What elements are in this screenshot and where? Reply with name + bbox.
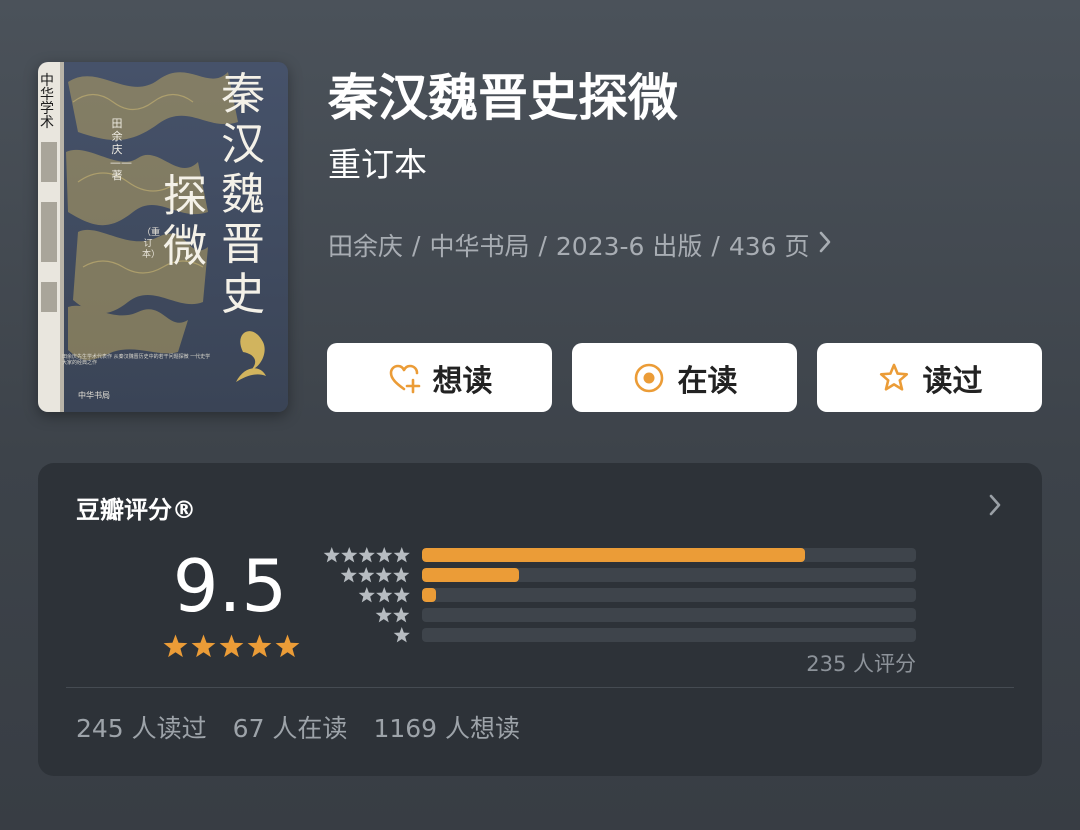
rating-heading: 豆瓣评分®	[76, 496, 196, 524]
heart-plus-icon	[387, 361, 421, 395]
meta-separator: /	[711, 230, 720, 260]
have-read-button[interactable]: 读过	[817, 343, 1042, 412]
meta-pages: 436 页	[728, 232, 810, 261]
rating-star-icon	[163, 634, 188, 658]
small-star-icon	[375, 607, 410, 623]
book-cover[interactable]: 中华学术 秦汉魏晋史 探微 田余庆——著 （重订本） 田余庆先生学术代表作 从秦…	[38, 62, 288, 412]
want-to-read-button[interactable]: 想读	[327, 343, 552, 412]
distribution-bar-3	[422, 588, 916, 602]
small-star-icon	[323, 547, 410, 563]
distribution-stars-2	[318, 606, 410, 624]
reading-button[interactable]: 在读	[572, 343, 797, 412]
book-meta-row[interactable]: 田余庆 / 中华书局 / 2023-6 出版 / 436 页	[328, 226, 832, 264]
book-title: 秦汉魏晋史探微	[328, 69, 678, 127]
cover-publisher: 中华书局	[78, 391, 110, 400]
rating-star-icon	[191, 634, 216, 658]
distribution-bar-1	[422, 628, 916, 642]
stat-read[interactable]: 245 人读过	[76, 709, 207, 745]
want-to-read-label: 想读	[432, 363, 493, 399]
distribution-stars-4	[318, 566, 410, 584]
reading-label: 在读	[677, 363, 738, 399]
meta-separator: /	[538, 230, 547, 260]
meta-separator: /	[412, 230, 421, 260]
cover-edition: （重订本）	[142, 228, 161, 260]
distribution-stars-3	[318, 586, 410, 604]
target-circle-icon	[632, 361, 666, 395]
meta-author: 田余庆	[328, 232, 404, 261]
book-subtitle: 重订本	[328, 145, 427, 184]
distribution-stars-1	[318, 626, 410, 644]
distribution-bar-4	[422, 568, 916, 582]
star-outline-icon	[877, 361, 911, 395]
distribution-bar-fill	[422, 568, 519, 582]
chevron-right-icon[interactable]	[988, 493, 1002, 521]
distribution-stars-5	[318, 546, 410, 564]
meta-date: 2023-6 出版	[555, 232, 703, 261]
rating-count: 235 人评分	[806, 652, 916, 676]
rating-score: 9.5	[172, 544, 288, 628]
cover-series-logo: 中华学术	[40, 73, 54, 131]
cover-author: 田余庆——著	[110, 117, 132, 182]
small-star-icon	[393, 627, 410, 643]
rating-star-icon	[275, 634, 300, 658]
stat-want[interactable]: 1169 人想读	[373, 709, 520, 745]
distribution-bar-2	[422, 608, 916, 622]
card-divider	[66, 687, 1014, 688]
have-read-label: 读过	[922, 363, 983, 399]
rating-star-icon	[247, 634, 272, 658]
distribution-bar-fill	[422, 548, 806, 562]
rating-star-icon	[219, 634, 244, 658]
reader-stats: 245 人读过 67 人在读 1169 人想读	[76, 709, 546, 745]
distribution-bar-5	[422, 548, 916, 562]
cover-title-second: 探微	[163, 171, 207, 272]
score-stars	[162, 633, 301, 659]
meta-publisher: 中华书局	[429, 232, 530, 261]
distribution-bar-fill	[422, 588, 436, 602]
cover-title-main: 秦汉魏晋史	[221, 69, 265, 320]
rating-card: 豆瓣评分® 9.5 235 人评分 245 人读过 67 人在读 1169 人想…	[38, 463, 1042, 776]
cover-blurb: 田余庆先生学术代表作 从秦汉魏晋历史中的若干问题探微 一代史学大家的经典之作	[62, 354, 211, 366]
stat-reading[interactable]: 67 人在读	[233, 709, 348, 745]
chevron-right-icon	[818, 230, 832, 260]
small-star-icon	[340, 567, 410, 583]
small-star-icon	[358, 587, 410, 603]
